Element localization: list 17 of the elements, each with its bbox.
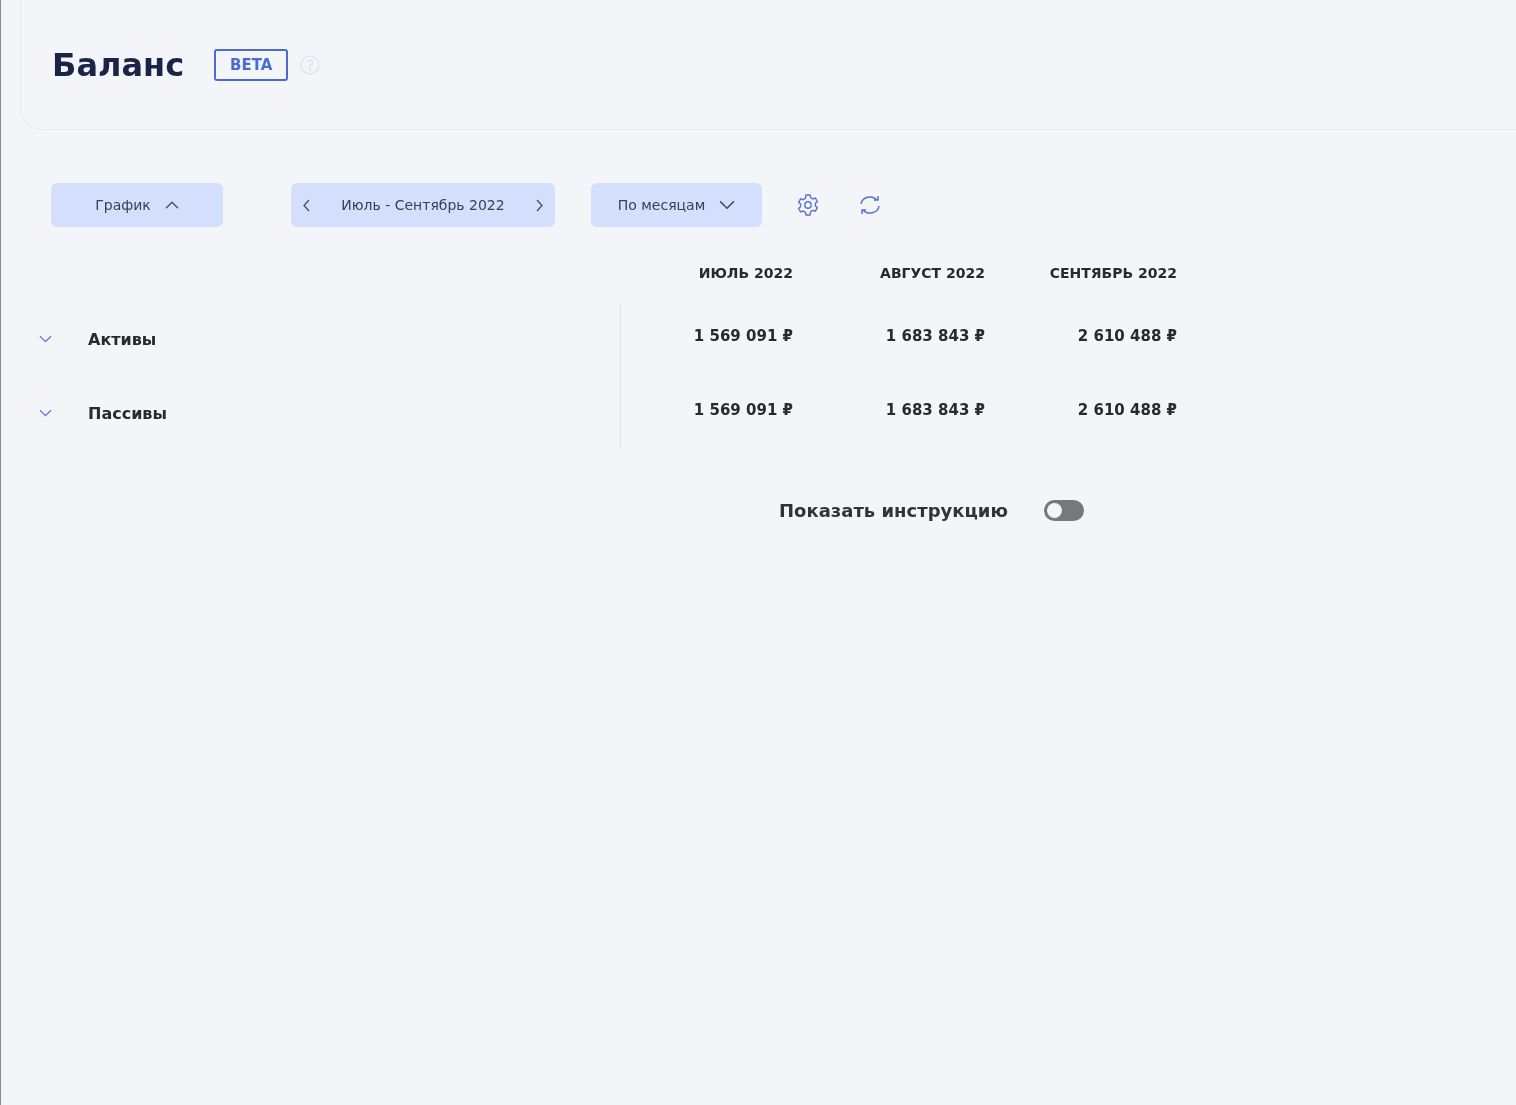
column-header: СЕНТЯБРЬ 2022 <box>1048 265 1177 283</box>
row-label[interactable]: Активы <box>88 329 157 349</box>
table-cell-text: 1 569 091 ₽ <box>692 326 793 347</box>
table-cell-text: 1 569 091 ₽ <box>692 400 793 421</box>
grouping-dropdown[interactable]: По месяцам <box>591 183 762 227</box>
column-header: ИЮЛЬ 2022 <box>697 265 793 283</box>
period-selector[interactable]: Июль - Сентябрь 2022 <box>291 183 555 227</box>
table-cell-text: 2 610 488 ₽ <box>1076 400 1177 421</box>
page-title: Баланс <box>52 45 185 84</box>
row-label[interactable]: Пассивы <box>88 403 167 423</box>
column-header: АВГУСТ 2022 <box>879 265 985 283</box>
table-cell-text: 1 683 843 ₽ <box>884 400 985 421</box>
toggle-label: Показать инструкцию <box>779 500 1008 521</box>
table-cell-text: 1 683 843 ₽ <box>884 326 985 347</box>
table-cell-text: 2 610 488 ₽ <box>1076 326 1177 347</box>
chart-button[interactable]: График <box>51 183 223 227</box>
beta-badge: BETA <box>214 48 289 81</box>
